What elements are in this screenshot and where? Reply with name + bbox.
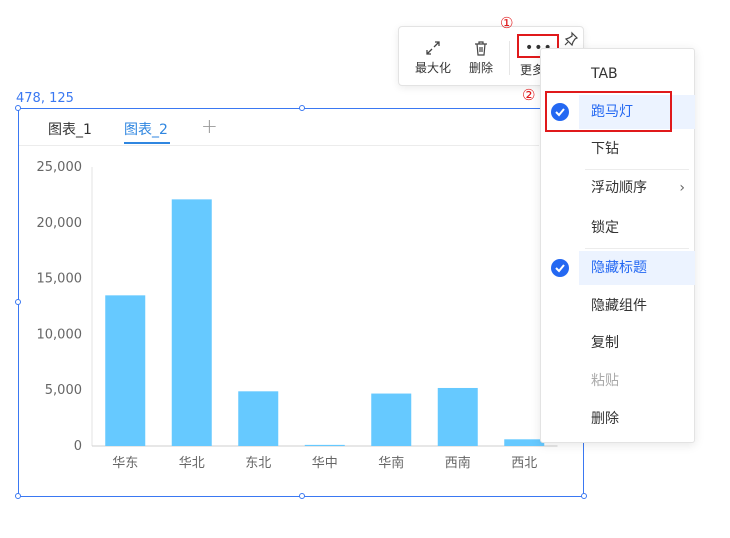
y-tick-label: 5,000 bbox=[45, 383, 82, 398]
menu-item-hide-title[interactable]: 隐藏标题 bbox=[579, 251, 695, 285]
y-tick-label: 20,000 bbox=[37, 216, 83, 231]
trash-icon bbox=[469, 39, 493, 59]
menu-item-lock[interactable]: 锁定 bbox=[579, 211, 695, 245]
x-tick-label: 华北 bbox=[179, 456, 205, 471]
menu-item-tab[interactable]: TAB bbox=[579, 57, 695, 91]
menu-item-float-order[interactable]: 浮动顺序 › bbox=[579, 171, 695, 205]
check-icon bbox=[551, 259, 569, 277]
chevron-right-icon: › bbox=[679, 180, 685, 196]
menu-divider bbox=[585, 169, 689, 170]
menu-item-hide-widget[interactable]: 隐藏组件 bbox=[579, 289, 695, 323]
x-tick-label: 西北 bbox=[511, 456, 537, 471]
menu-item-copy[interactable]: 复制 bbox=[579, 326, 695, 360]
menu-item-paste: 粘贴 bbox=[591, 373, 619, 389]
bar bbox=[304, 444, 345, 446]
annotation-step-1: ① bbox=[500, 14, 514, 32]
maximize-label: 最大化 bbox=[415, 61, 452, 75]
menu-item-delete[interactable]: 删除 bbox=[579, 402, 695, 436]
y-tick-label: 10,000 bbox=[37, 327, 83, 342]
bar bbox=[238, 391, 279, 446]
delete-button[interactable]: 删除 bbox=[469, 39, 493, 76]
bar bbox=[171, 199, 212, 446]
annotation-box-marquee bbox=[545, 91, 672, 132]
maximize-button[interactable]: 最大化 bbox=[415, 39, 451, 76]
toolbar-divider bbox=[509, 41, 510, 75]
y-tick-label: 15,000 bbox=[37, 272, 83, 287]
x-tick-label: 西南 bbox=[445, 455, 471, 471]
x-tick-label: 华中 bbox=[312, 456, 338, 471]
y-tick-label: 25,000 bbox=[37, 160, 83, 175]
bar bbox=[437, 387, 478, 446]
bar bbox=[371, 393, 412, 446]
x-tick-label: 东北 bbox=[245, 456, 271, 471]
menu-divider bbox=[585, 248, 689, 249]
bar bbox=[105, 295, 146, 446]
y-tick-label: 0 bbox=[74, 439, 82, 454]
x-tick-label: 华东 bbox=[112, 456, 138, 471]
bar bbox=[504, 439, 545, 446]
delete-label: 删除 bbox=[469, 61, 494, 75]
x-tick-label: 华南 bbox=[378, 455, 404, 471]
maximize-icon bbox=[415, 39, 451, 59]
menu-item-drilldown[interactable]: 下钻 bbox=[579, 132, 695, 166]
annotation-step-2: ② bbox=[522, 86, 536, 104]
menu-item-float-order-label: 浮动顺序 bbox=[591, 180, 647, 196]
